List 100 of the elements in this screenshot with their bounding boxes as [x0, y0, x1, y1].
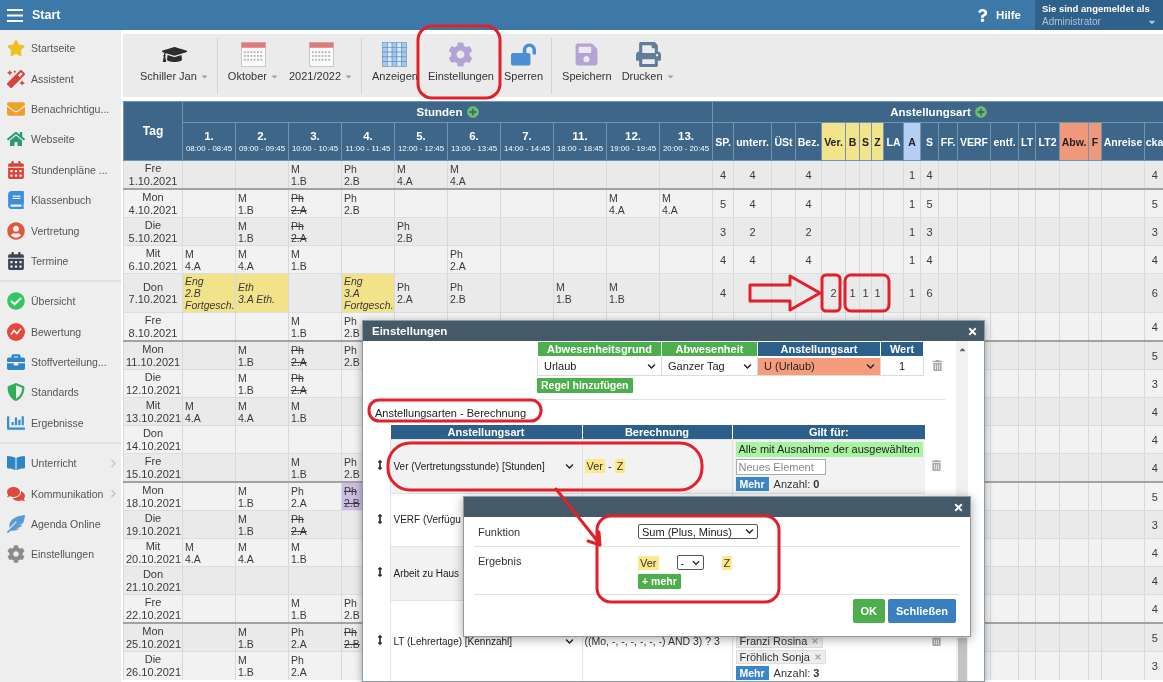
- user-dropdown[interactable]: Administrator: [1042, 16, 1157, 27]
- new-item-input[interactable]: Neues Element: [735, 458, 826, 475]
- lesson-text: M 1.B: [291, 399, 307, 424]
- column-header: Anreise: [1101, 122, 1145, 161]
- sidebar-item[interactable]: Standards: [0, 377, 121, 408]
- lesson-text: Ph 2.A: [291, 219, 307, 244]
- chevron-down-icon: [745, 527, 754, 536]
- lesson-text: Ph 2.A: [291, 343, 307, 368]
- sidebar-item[interactable]: Unterricht: [0, 448, 121, 479]
- menu-icon: [7, 8, 23, 22]
- lesson-text: M 4.A: [238, 540, 254, 565]
- operator-select[interactable]: -: [676, 555, 704, 570]
- sidebar-item[interactable]: Kommunikation: [0, 478, 121, 509]
- sidebar-item[interactable]: Übersicht: [0, 286, 121, 317]
- close-button[interactable]: [953, 501, 964, 513]
- toolbar-button[interactable]: Oktober: [222, 38, 284, 94]
- type-select[interactable]: Ver (Vertretungsstunde) [Stunden]: [390, 460, 578, 472]
- help-button[interactable]: Hilfe: [976, 8, 1021, 22]
- lesson-text: M 4.A: [397, 162, 413, 187]
- sidebar-item[interactable]: Einstellungen: [0, 539, 121, 570]
- scope-select[interactable]: Alle mit Ausnahme der ausgewählten: [735, 441, 923, 457]
- toolbar-button[interactable]: Schiller Jan: [135, 38, 214, 94]
- annotation-arrow: [554, 487, 602, 547]
- sidebar-item[interactable]: Bewertung: [0, 316, 121, 347]
- count-cell: 4: [1144, 312, 1163, 341]
- lesson-text: Ph 2.B: [344, 162, 360, 187]
- count-cell: 4: [712, 160, 734, 189]
- toolbar-button[interactable]: Drucken: [616, 38, 680, 94]
- close-button[interactable]: [967, 325, 978, 337]
- sidebar-item[interactable]: Stundenpläne ...: [0, 154, 121, 185]
- close-dialog-button[interactable]: Schließen: [888, 599, 956, 623]
- function-select[interactable]: Sum (Plus, Minus): [638, 524, 758, 539]
- day-cell: Fre 22.10.2021: [123, 594, 183, 623]
- sidebar-item[interactable]: Stoffverteilung...: [0, 346, 121, 378]
- remove-icon[interactable]: [811, 637, 820, 645]
- sidebar-item[interactable]: Agenda Online: [0, 508, 121, 540]
- lesson-text: Ph 2.A: [291, 653, 307, 678]
- lesson-text: M 4.A: [450, 162, 466, 187]
- section-title: Anstellungsarten - Berechnung: [375, 406, 527, 420]
- count-cell: 4: [1144, 160, 1163, 189]
- more-button[interactable]: Mehr: [735, 666, 769, 680]
- lesson-text: Eth 3.A Eth.: [238, 281, 275, 305]
- count-cell: 1: [871, 273, 884, 313]
- day-cell: Don 14.10.2021: [123, 425, 183, 454]
- toolbar-button[interactable]: Sperren: [498, 38, 549, 94]
- sidebar-item[interactable]: Benachrichtigu...: [0, 93, 121, 125]
- day-cell: Die 5.10.2021: [123, 217, 183, 246]
- scrollbar-thumb[interactable]: [957, 638, 967, 681]
- sidebar-item[interactable]: Ergebnisse: [0, 407, 121, 439]
- day-cell: Fre 1.10.2021: [123, 160, 183, 189]
- lesson-text: M 4.A: [238, 399, 254, 424]
- count-cell: 6: [920, 273, 939, 313]
- trash-icon[interactable]: [930, 459, 942, 471]
- lesson-text: M 4.A: [185, 399, 201, 424]
- toolbar-button[interactable]: Speichern: [557, 38, 617, 94]
- lesson-text: M 1.B: [291, 314, 307, 339]
- sidebar-item[interactable]: Vertretung: [0, 215, 121, 246]
- add-icon[interactable]: [974, 106, 987, 118]
- sidebar-item[interactable]: Assistent: [0, 63, 121, 94]
- type-select[interactable]: LT (Lehrertage) [Kennzahl]: [390, 635, 578, 647]
- lesson-text: M 1.B: [238, 512, 254, 537]
- add-icon[interactable]: [466, 106, 479, 118]
- period-number: 13.: [677, 129, 695, 143]
- calendar-icon: [308, 42, 334, 67]
- count-cell: 4: [1144, 245, 1163, 274]
- more-button[interactable]: Mehr: [735, 476, 769, 491]
- lesson-text: M 1.B: [238, 191, 254, 216]
- chevron-down-icon: [564, 636, 574, 646]
- value-text: 1: [897, 360, 907, 372]
- sidebar-item[interactable]: Klassenbuch: [0, 184, 121, 216]
- count-cell: 3: [1144, 217, 1163, 246]
- sidebar-item[interactable]: Webseite: [0, 124, 121, 155]
- lesson-text: Ph 2.A: [450, 247, 466, 272]
- toolbar-button[interactable]: Anzeigen: [367, 38, 423, 94]
- scroll-up-arrow-icon[interactable]: [957, 345, 967, 354]
- count-cell: 2: [733, 217, 772, 246]
- count-cell: 4: [1144, 566, 1163, 595]
- count-cell: 3: [920, 217, 939, 246]
- chat-bubbles-icon: [7, 484, 25, 503]
- sidebar-item[interactable]: Termine: [0, 245, 121, 277]
- lesson-text: M 1.B: [291, 247, 307, 272]
- trash-icon[interactable]: [932, 359, 943, 371]
- lesson-text: M 4.A: [609, 191, 625, 216]
- lesson-text: Ph 2.A: [291, 625, 307, 650]
- count-cell: 1: [859, 273, 872, 313]
- chart-circle-icon: [7, 322, 25, 341]
- lesson-text: M 1.B: [609, 281, 625, 305]
- chevron-down-icon: [866, 361, 875, 371]
- count-cell: 1: [903, 217, 921, 246]
- chevron-down-icon: [691, 558, 700, 567]
- count-cell: 4: [1144, 425, 1163, 454]
- select-field[interactable]: U (Urlaub): [758, 357, 880, 375]
- count-label: Anzahl: 0: [773, 477, 820, 490]
- start-menu-button[interactable]: Start: [0, 0, 71, 30]
- remove-icon[interactable]: [813, 653, 822, 661]
- sidebar-item[interactable]: Startseite: [0, 33, 121, 64]
- chevron-down-icon: [564, 461, 574, 471]
- lesson-text: M 1.B: [556, 281, 572, 305]
- column-header: Anstellungsart: [390, 425, 582, 439]
- toolbar-button[interactable]: 2021/2022: [284, 38, 358, 94]
